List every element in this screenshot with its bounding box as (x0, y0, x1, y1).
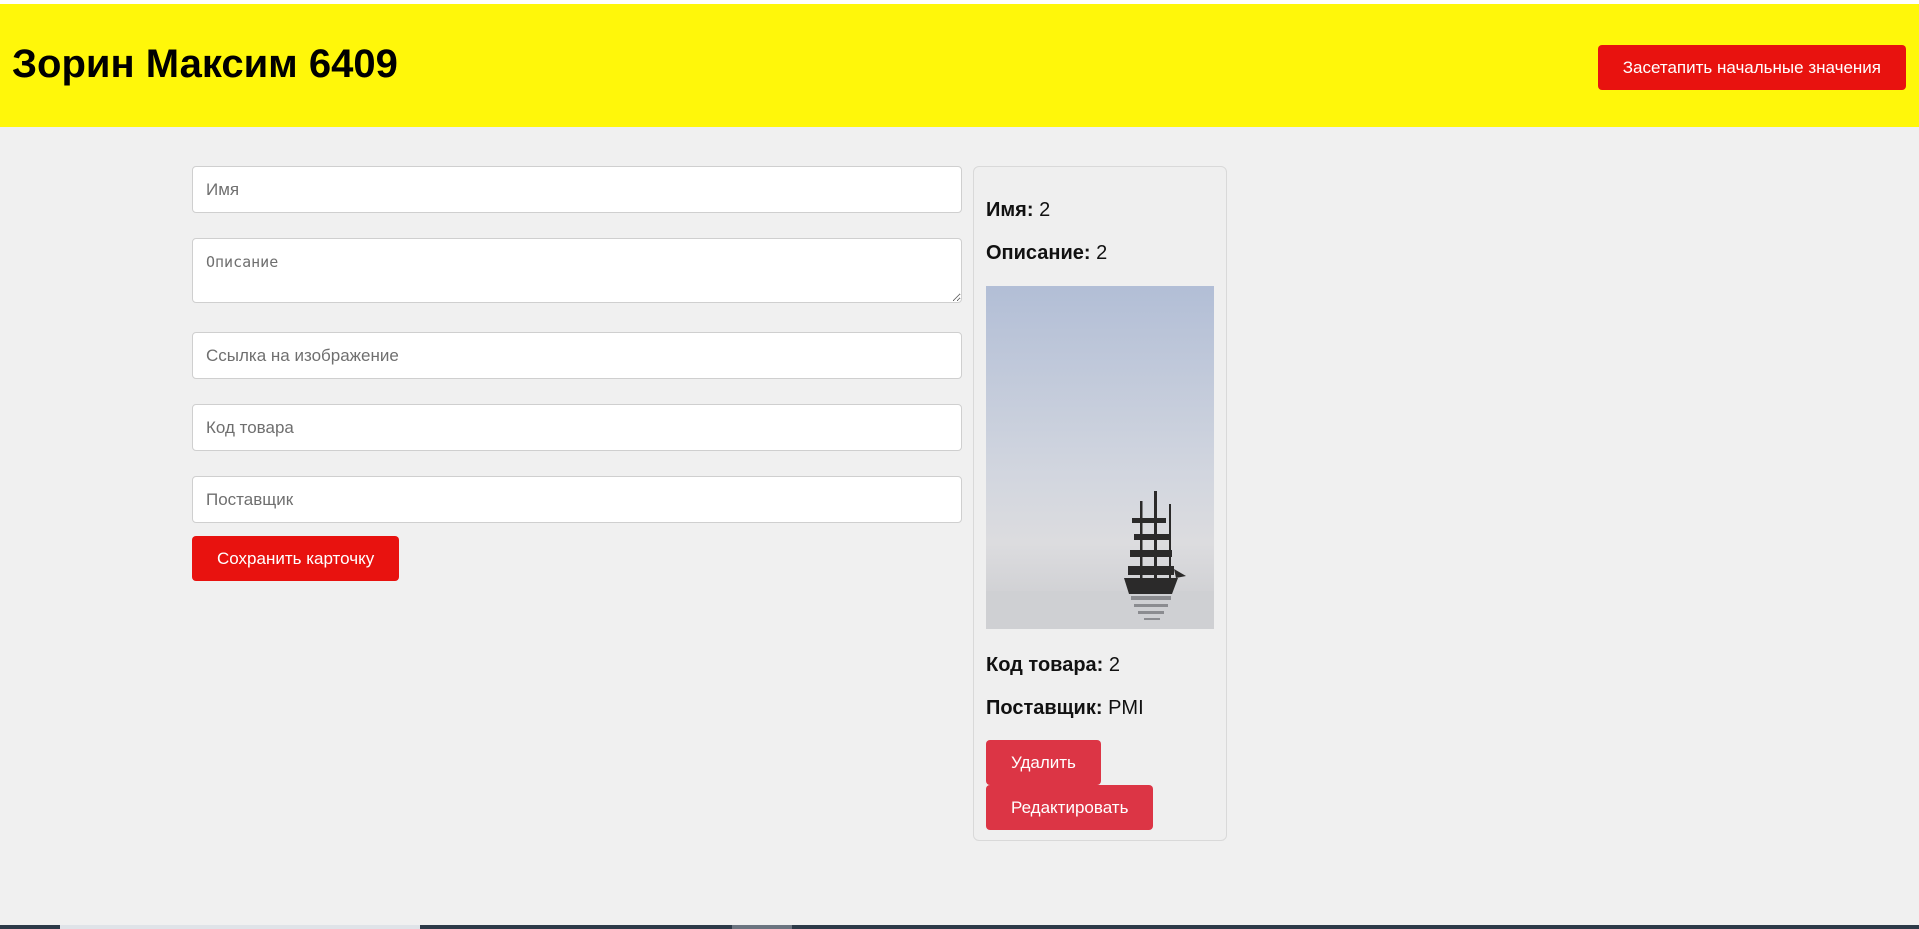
card-code-value: 2 (1108, 654, 1121, 676)
save-card-button[interactable]: Сохранить карточку (192, 536, 400, 581)
taskbar-strip (0, 925, 1919, 929)
card-name-value: 2 (1039, 199, 1051, 221)
card-code-row: Код товара: 2 (986, 654, 1120, 677)
page-header: Зорин Максим 6409 Засетапить начальные з… (0, 4, 1919, 127)
image-url-input[interactable] (192, 332, 962, 379)
supplier-input[interactable] (192, 476, 962, 523)
reset-initial-values-button[interactable]: Засетапить начальные значения (1597, 45, 1906, 90)
page-title: Зорин Максим 6409 (12, 42, 398, 86)
card-code-label: Код товара: (986, 654, 1104, 676)
card-description-label: Описание: (986, 242, 1091, 264)
card-supplier-row: Поставщик: PMI (986, 697, 1144, 720)
product-card: Имя: 2 Описание: 2 Код товара: 2 Поставщ… (973, 166, 1227, 841)
taskbar-segment (60, 925, 420, 929)
card-description-value: 2 (1096, 242, 1108, 264)
description-textarea[interactable] (192, 238, 962, 303)
delete-button[interactable]: Удалить (986, 740, 1101, 785)
taskbar-segment (732, 925, 792, 929)
product-image (986, 286, 1214, 629)
card-name-label: Имя: (986, 199, 1034, 221)
product-code-input[interactable] (192, 404, 962, 451)
name-input[interactable] (192, 166, 962, 213)
card-name-row: Имя: 2 (986, 199, 1050, 222)
edit-button[interactable]: Редактировать (986, 785, 1154, 830)
card-supplier-label: Поставщик: (986, 697, 1103, 719)
card-supplier-value: PMI (1108, 697, 1144, 719)
card-description-row: Описание: 2 (986, 242, 1107, 265)
